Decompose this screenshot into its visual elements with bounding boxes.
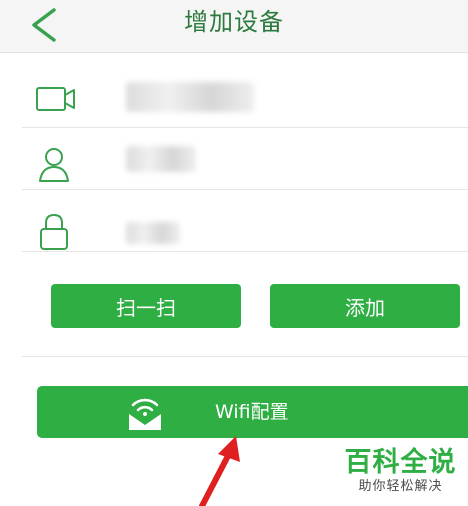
watermark-logo: 百科全说 助你轻松解决 <box>343 448 458 496</box>
camera-icon <box>36 87 75 111</box>
section-divider <box>22 356 468 357</box>
lock-icon <box>40 213 68 250</box>
device-id-row[interactable] <box>0 66 468 128</box>
row-divider <box>22 251 468 252</box>
wifi-config-button[interactable]: Wifi配置 <box>37 386 468 438</box>
device-id-field[interactable] <box>126 82 266 112</box>
scan-button[interactable]: 扫一扫 <box>51 284 241 328</box>
username-field[interactable] <box>126 146 266 172</box>
watermark-subtitle: 助你轻松解决 <box>358 479 443 494</box>
watermark-title: 百科全说 <box>344 447 457 478</box>
wifi-envelope-icon <box>129 398 161 430</box>
annotation-arrow-icon <box>199 436 240 506</box>
add-button[interactable]: 添加 <box>270 284 460 328</box>
top-bar: 增加设备 <box>0 0 468 53</box>
user-icon <box>39 148 69 182</box>
page-title: 增加设备 <box>184 8 284 36</box>
password-field[interactable] <box>126 222 266 244</box>
password-row[interactable] <box>0 190 468 252</box>
username-row[interactable] <box>0 128 468 190</box>
